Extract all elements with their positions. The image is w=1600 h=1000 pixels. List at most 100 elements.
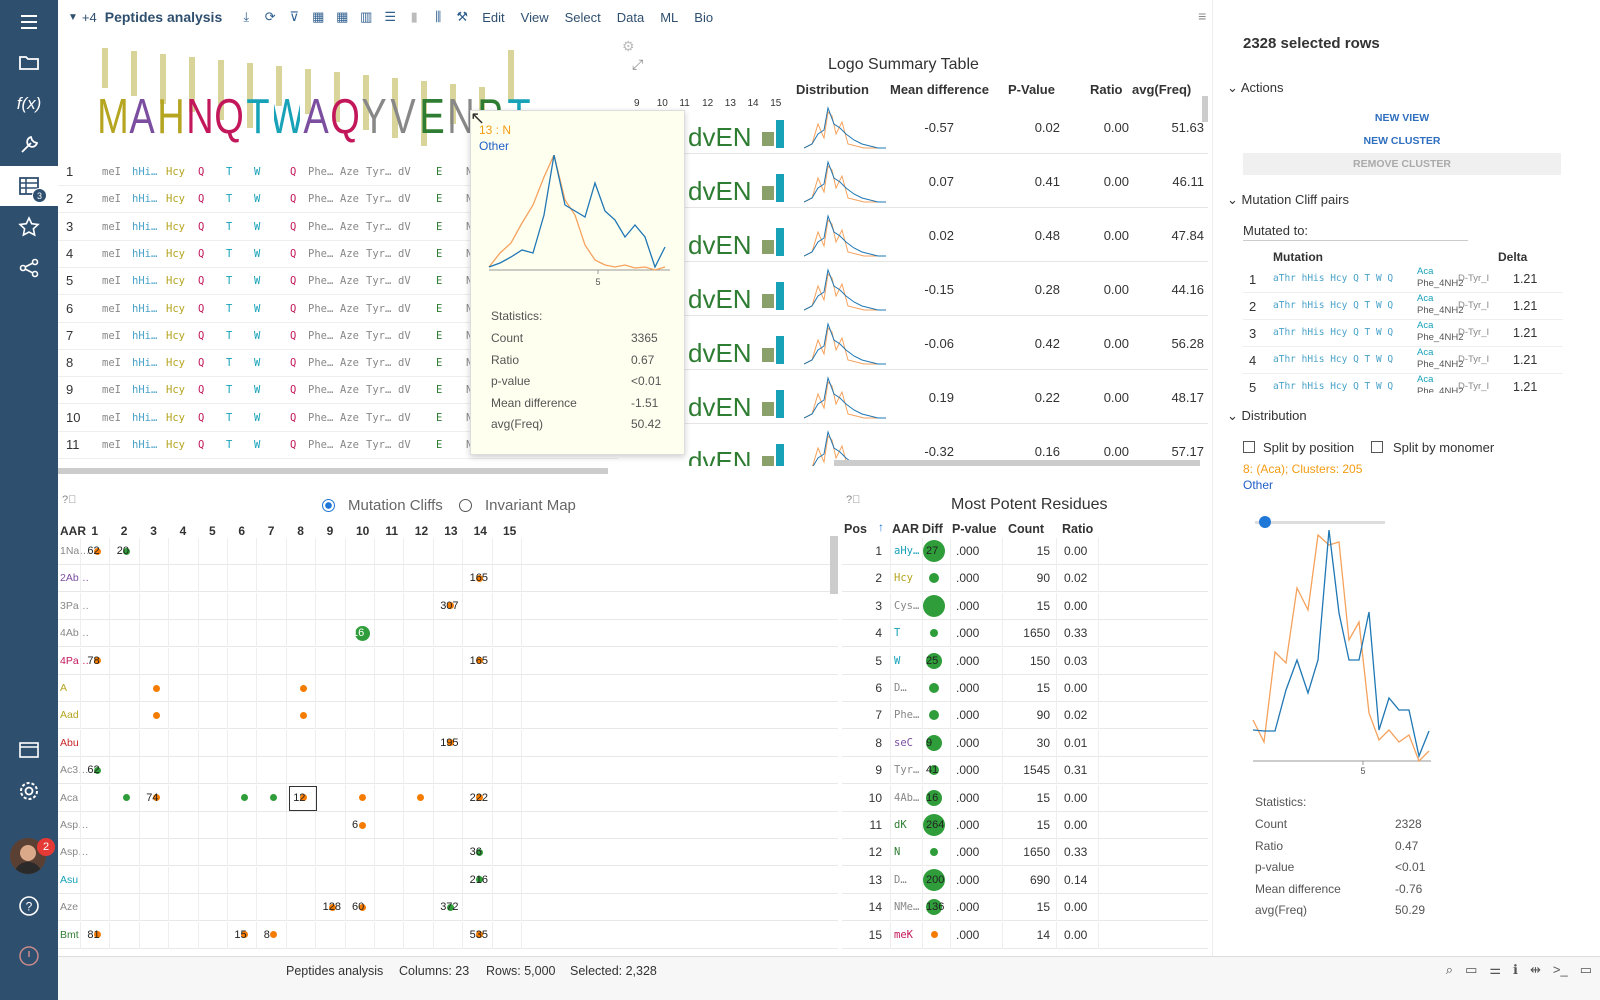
hamburger-icon[interactable]: ≡ [1198, 8, 1206, 25]
expand-icon[interactable]: ⤢ [632, 56, 643, 73]
refresh-icon[interactable]: ⟳ [260, 7, 280, 27]
sequence-cell[interactable]: E [436, 303, 442, 315]
sequence-cell[interactable]: Q [290, 303, 296, 315]
help-icon[interactable]: ?⃝ [846, 494, 860, 506]
sequence-cell[interactable]: Hcy [166, 221, 185, 233]
slider-handle[interactable] [1259, 516, 1271, 528]
table-row[interactable]: 4 aThr hHis Hcy Q T W Q Aca Phe_4NH2 D-Tyr_I… [1243, 347, 1563, 374]
table-row[interactable]: dvEN 0.07 0.41 0.00 46.11 [628, 154, 1208, 208]
actions-section[interactable]: ⌄ Actions [1227, 80, 1283, 96]
invariant-map-radio[interactable] [459, 499, 472, 512]
logo-column[interactable]: Y [361, 38, 387, 156]
table-row[interactable]: 10 4Ab… 16 .000 15 0.00 [842, 784, 1208, 812]
sequence-cell[interactable]: Phe… [308, 193, 333, 205]
sequence-cell[interactable]: Q [198, 221, 204, 233]
table-row[interactable]: dvEN -0.15 0.28 0.00 44.16 [628, 262, 1208, 316]
table-row[interactable]: 2Ab… 165 [58, 565, 838, 593]
sequence-cell[interactable]: Q [198, 412, 204, 424]
tab-count[interactable]: +4 [82, 10, 97, 25]
logo-column[interactable]: A [129, 38, 155, 156]
table-row[interactable]: 9 Tyr… 41 .000 1545 0.31 [842, 757, 1208, 785]
sequence-cell[interactable]: Q [198, 303, 204, 315]
sequence-cell[interactable]: E [436, 275, 442, 287]
table-row[interactable]: dvEN 0.02 0.48 0.00 47.84 [628, 208, 1208, 262]
sequence-cell[interactable]: hHi… [132, 248, 157, 260]
sequence-cell[interactable]: Aze [340, 412, 359, 424]
table-row[interactable]: 1 aThr hHis Hcy Q T W Q Aca Phe_4NH2 D-Tyr_I… [1243, 266, 1563, 293]
table-row[interactable]: dvEN 0.19 0.22 0.00 48.17 [628, 370, 1208, 424]
sequence-cell[interactable]: T [226, 412, 232, 424]
chevron-down-icon[interactable]: ▼ [68, 12, 78, 23]
sequence-cell[interactable]: W [254, 303, 260, 315]
table-row[interactable]: Asu 216 [58, 866, 838, 894]
col-avg-freq[interactable]: avg(Freq) [1132, 82, 1191, 97]
sequence-cell[interactable]: Q [198, 166, 204, 178]
sequence-cell[interactable]: Q [198, 330, 204, 342]
menu-data[interactable]: Data [617, 10, 644, 25]
horizontal-scrollbar[interactable] [58, 468, 608, 474]
bar-chart-icon[interactable]: ▮ [404, 7, 424, 27]
sequence-cell[interactable]: Hcy [166, 384, 185, 396]
sequence-cell[interactable]: W [254, 221, 260, 233]
sequence-cell[interactable]: hHi… [132, 330, 157, 342]
tiles-icon[interactable]: ▦ [332, 7, 352, 27]
sequence-cell[interactable]: dV [398, 166, 411, 178]
table-row[interactable]: dvEN -0.57 0.02 0.00 51.63 [628, 100, 1208, 154]
sequence-cell[interactable]: Tyr… [366, 384, 391, 396]
logo-column[interactable]: Q [214, 38, 244, 156]
position-header[interactable]: 15 [503, 524, 516, 538]
cliff-dot[interactable] [299, 711, 307, 719]
sequence-cell[interactable]: hHi… [132, 384, 157, 396]
table-row[interactable]: 5 W 25 .000 150 0.03 [842, 647, 1208, 675]
table-row[interactable]: 4Pa… 78 165 [58, 647, 838, 675]
col-count[interactable]: Count [1008, 522, 1044, 536]
table-row[interactable]: 15 meK .000 14 0.00 [842, 921, 1208, 949]
table-row[interactable]: 2 aThr hHis Hcy Q T W Q Aca Phe_4NH2 D-Tyr_I… [1243, 293, 1563, 320]
position-header[interactable]: 6 [238, 524, 245, 538]
sequence-cell[interactable]: Tyr… [366, 166, 391, 178]
table-row[interactable]: 8 seC 9 .000 30 0.01 [842, 729, 1208, 757]
sequence-cell[interactable]: E [436, 166, 442, 178]
menu-bio[interactable]: Bio [694, 10, 713, 25]
notification-icon[interactable] [0, 936, 58, 976]
sequence-cell[interactable]: meI [102, 248, 121, 260]
sequence-cell[interactable]: meI [102, 412, 121, 424]
remove-cluster-button[interactable]: REMOVE CLUSTER [1243, 153, 1561, 175]
sequence-cell[interactable]: Aze [340, 439, 359, 451]
sequence-cell[interactable]: meI [102, 357, 121, 369]
cliff-dot[interactable] [270, 794, 278, 802]
sequence-cell[interactable]: Phe… [308, 275, 333, 287]
sequence-cell[interactable]: Q [198, 439, 204, 451]
cliff-dot[interactable] [152, 711, 160, 719]
info-icon[interactable]: ℹ [1513, 962, 1518, 978]
wrench-icon[interactable] [0, 125, 58, 165]
new-view-button[interactable]: NEW VIEW [1243, 112, 1561, 124]
diff-dot[interactable] [930, 848, 938, 857]
split-position-checkbox[interactable] [1243, 441, 1255, 453]
range-slider[interactable] [1255, 521, 1385, 524]
col-pos[interactable]: Pos [844, 522, 867, 536]
sequence-cell[interactable]: Q [290, 412, 296, 424]
sequence-cell[interactable]: Q [198, 275, 204, 287]
table-row[interactable]: Asp… 6 [58, 812, 838, 839]
cliff-dot[interactable] [299, 684, 307, 692]
col-aar[interactable]: AAR [60, 524, 86, 538]
sequence-cell[interactable]: Q [198, 193, 204, 205]
logo-column[interactable]: T [245, 38, 271, 156]
sequence-cell[interactable]: hHi… [132, 221, 157, 233]
sequence-cell[interactable]: E [436, 248, 442, 260]
logo-column[interactable]: N [186, 38, 214, 156]
sequence-cell[interactable]: Q [198, 357, 204, 369]
sequence-cell[interactable]: Q [290, 166, 296, 178]
sequence-cell[interactable]: Tyr… [366, 248, 391, 260]
sequence-cell[interactable]: Q [290, 384, 296, 396]
cliff-dot[interactable] [152, 684, 160, 692]
position-header[interactable]: 3 [150, 524, 157, 538]
sequence-cell[interactable]: Phe… [308, 303, 333, 315]
sequence-cell[interactable]: Aze [340, 221, 359, 233]
table-row[interactable]: 1 aHy… 27 .000 15 0.00 [842, 538, 1208, 565]
sequence-cell[interactable]: Hcy [166, 193, 185, 205]
help-icon[interactable]: ? [0, 886, 58, 926]
mutation-cliff-pairs-section[interactable]: ⌄ Mutation Cliff pairs [1227, 192, 1349, 208]
sequence-cell[interactable]: W [254, 357, 260, 369]
